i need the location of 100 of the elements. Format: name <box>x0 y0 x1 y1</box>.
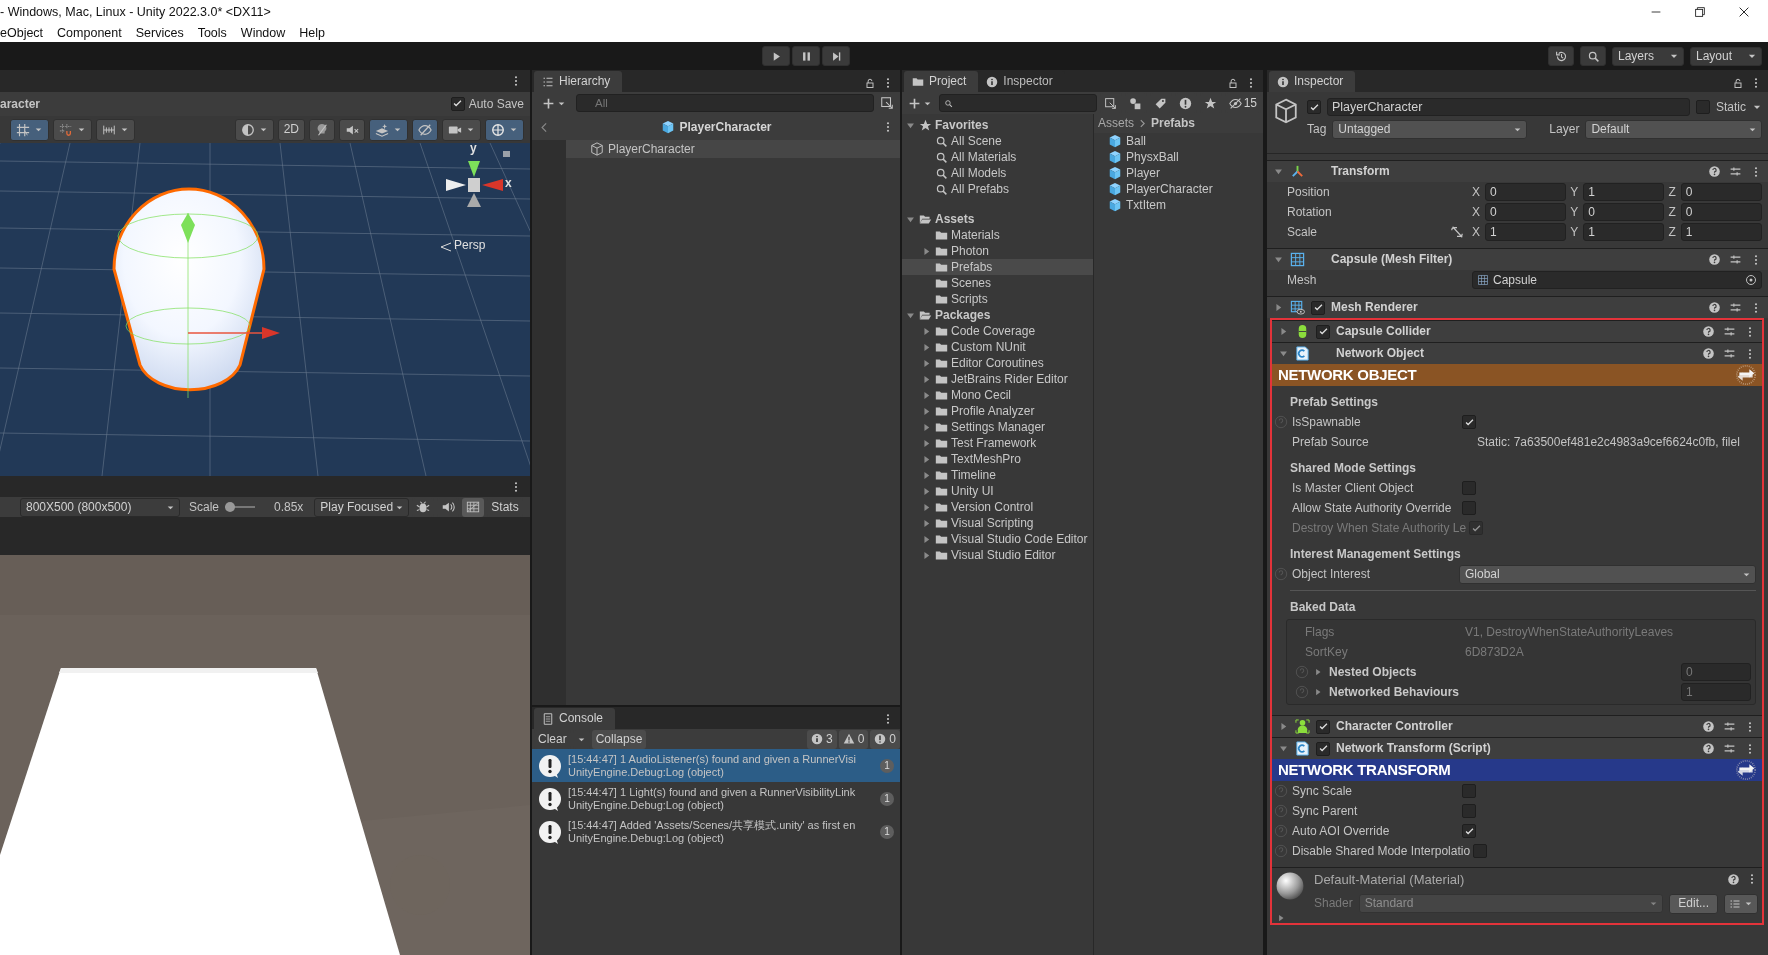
breadcrumb-item[interactable]: Assets <box>1098 116 1134 131</box>
snap-button[interactable] <box>53 118 92 141</box>
shading-button[interactable] <box>234 118 274 141</box>
tree-item[interactable]: Materials <box>902 227 1093 243</box>
menu-item[interactable]: Tools <box>197 25 227 41</box>
tree-item[interactable]: Favorites <box>902 117 1093 133</box>
component-title[interactable]: Network Transform (Script) <box>1336 741 1491 756</box>
log-entry[interactable]: [15:44:47] Added 'Assets/Scenes/共享模式.unity' as first en UnityEngine.Debug:Log (object) 1 <box>532 815 900 848</box>
checkbox[interactable] <box>1462 501 1476 515</box>
object-field[interactable]: Capsule <box>1472 271 1762 289</box>
dropdown[interactable]: Global <box>1459 564 1756 584</box>
help-icon[interactable] <box>1727 873 1740 887</box>
asset-item[interactable]: TxtItem <box>1094 197 1263 213</box>
number-field[interactable]: 0 <box>1680 183 1762 201</box>
menu-item[interactable]: Window <box>240 25 286 41</box>
scene-drawing[interactable] <box>0 143 530 476</box>
component-title[interactable]: Capsule (Mesh Filter) <box>1331 252 1453 267</box>
expand-arrow-icon[interactable] <box>1273 302 1284 313</box>
expand-arrow-icon[interactable] <box>1273 166 1284 177</box>
component-title[interactable]: Transform <box>1331 164 1390 179</box>
warning-count-toggle[interactable]: 0 <box>838 729 869 749</box>
tree-item[interactable]: Prefabs <box>902 259 1093 275</box>
number-field[interactable]: 0 <box>1485 183 1567 201</box>
foldout-label[interactable]: Nested Objects <box>1329 664 1479 680</box>
checkbox[interactable] <box>1462 804 1476 818</box>
asset-item[interactable]: PhysxBall <box>1094 149 1263 165</box>
panel-tab[interactable]: Project <box>904 71 979 92</box>
presets-icon[interactable] <box>1723 325 1736 338</box>
light-button[interactable] <box>309 118 335 141</box>
pause-button[interactable] <box>792 46 820 66</box>
tree-item[interactable]: Scenes <box>902 275 1093 291</box>
expand-arrow-icon[interactable] <box>1276 913 1286 923</box>
audio-button[interactable] <box>339 118 365 141</box>
layout-dropdown[interactable]: Layout <box>1690 46 1762 66</box>
presets-icon[interactable] <box>1729 165 1742 178</box>
component-header[interactable]: Network Object <box>1272 342 1762 364</box>
expand-arrow-icon[interactable] <box>1278 721 1289 732</box>
effects-button[interactable] <box>369 118 408 141</box>
gameobject-icon[interactable] <box>1273 98 1299 124</box>
tree-item[interactable]: Version Control <box>902 499 1093 515</box>
menu-item[interactable]: eObject <box>0 25 44 41</box>
tag-dropdown[interactable]: Untagged <box>1332 120 1528 139</box>
help-icon[interactable] <box>1702 325 1715 338</box>
log-entry[interactable]: [15:44:47] 1 AudioListener(s) found and given a RunnerVisi UnityEngine.Debug:Log (object) 1 <box>532 749 900 782</box>
number-field[interactable]: 0 <box>1485 203 1567 221</box>
tree-item[interactable]: JetBrains Rider Editor <box>902 371 1093 387</box>
collapse-button[interactable]: Collapse <box>591 729 647 749</box>
tree-item[interactable]: All Materials <box>902 149 1093 165</box>
hierarchy-item[interactable]: PlayerCharacter <box>566 140 900 158</box>
static-checkbox[interactable] <box>1696 100 1710 114</box>
info-count-toggle[interactable]: 3 <box>806 729 837 749</box>
tree-item[interactable]: All Models <box>902 165 1093 181</box>
gizmos-button[interactable] <box>462 497 485 517</box>
tree-item[interactable]: Code Coverage <box>902 323 1093 339</box>
number-field[interactable]: 1 <box>1583 183 1665 201</box>
grid-snap-button[interactable] <box>10 118 49 141</box>
component-title[interactable]: Capsule Collider <box>1336 324 1431 339</box>
scene-search-icon[interactable] <box>880 96 894 110</box>
tree-item[interactable]: Timeline <box>902 467 1093 483</box>
expand-arrow-icon[interactable] <box>1278 326 1289 337</box>
tree-item[interactable]: TextMeshPro <box>902 451 1093 467</box>
search-field[interactable]: All <box>576 94 874 112</box>
asset-item[interactable]: PlayerCharacter <box>1094 181 1263 197</box>
checkbox[interactable] <box>1462 784 1476 798</box>
number-field[interactable]: 1 <box>1583 223 1665 241</box>
tree-item[interactable]: Custom NUnit <box>902 339 1093 355</box>
help-icon[interactable] <box>1702 720 1715 733</box>
component-header[interactable]: Transform <box>1267 160 1768 182</box>
tree-item[interactable]: Visual Scripting <box>902 515 1093 531</box>
name-field[interactable]: PlayerCharacter <box>1327 98 1690 116</box>
tree-item[interactable]: Test Framework <box>902 435 1093 451</box>
tree-item[interactable]: Mono Cecil <box>902 387 1093 403</box>
2d-button[interactable]: 2D <box>277 118 305 141</box>
tree-item[interactable]: Editor Coroutines <box>902 355 1093 371</box>
presets-icon[interactable] <box>1723 742 1736 755</box>
tree-item[interactable]: All Scene <box>902 133 1093 149</box>
component-title[interactable]: Mesh Renderer <box>1331 300 1418 315</box>
history-button[interactable] <box>1548 46 1574 66</box>
search-field[interactable] <box>939 94 1097 112</box>
lock-icon[interactable] <box>864 77 876 89</box>
console-tab[interactable]: Console <box>534 708 616 729</box>
component-header[interactable]: Capsule Collider <box>1272 320 1762 342</box>
tree-item[interactable]: Packages <box>902 307 1093 323</box>
tree-item[interactable]: Visual Studio Code Editor <box>902 531 1093 547</box>
visibility-button[interactable] <box>412 118 438 141</box>
gizmos-button[interactable] <box>485 118 524 141</box>
number-field[interactable]: 0 <box>1680 203 1762 221</box>
tree-item[interactable]: Visual Studio Editor <box>902 547 1093 563</box>
number-field[interactable]: 1 <box>1485 223 1567 241</box>
camera-button[interactable] <box>442 118 481 141</box>
checkbox[interactable] <box>1473 844 1488 858</box>
expand-arrow-icon[interactable] <box>1273 254 1284 265</box>
checkbox[interactable] <box>1462 481 1476 495</box>
component-header[interactable]: Capsule (Mesh Filter) <box>1267 248 1768 270</box>
component-header[interactable]: Mesh Renderer <box>1267 296 1768 318</box>
tree-item[interactable]: Settings Manager <box>902 419 1093 435</box>
help-icon[interactable] <box>1702 347 1715 360</box>
asset-item[interactable]: Player <box>1094 165 1263 181</box>
menu-item[interactable]: Component <box>57 25 122 41</box>
restore-icon[interactable] <box>1693 5 1707 19</box>
